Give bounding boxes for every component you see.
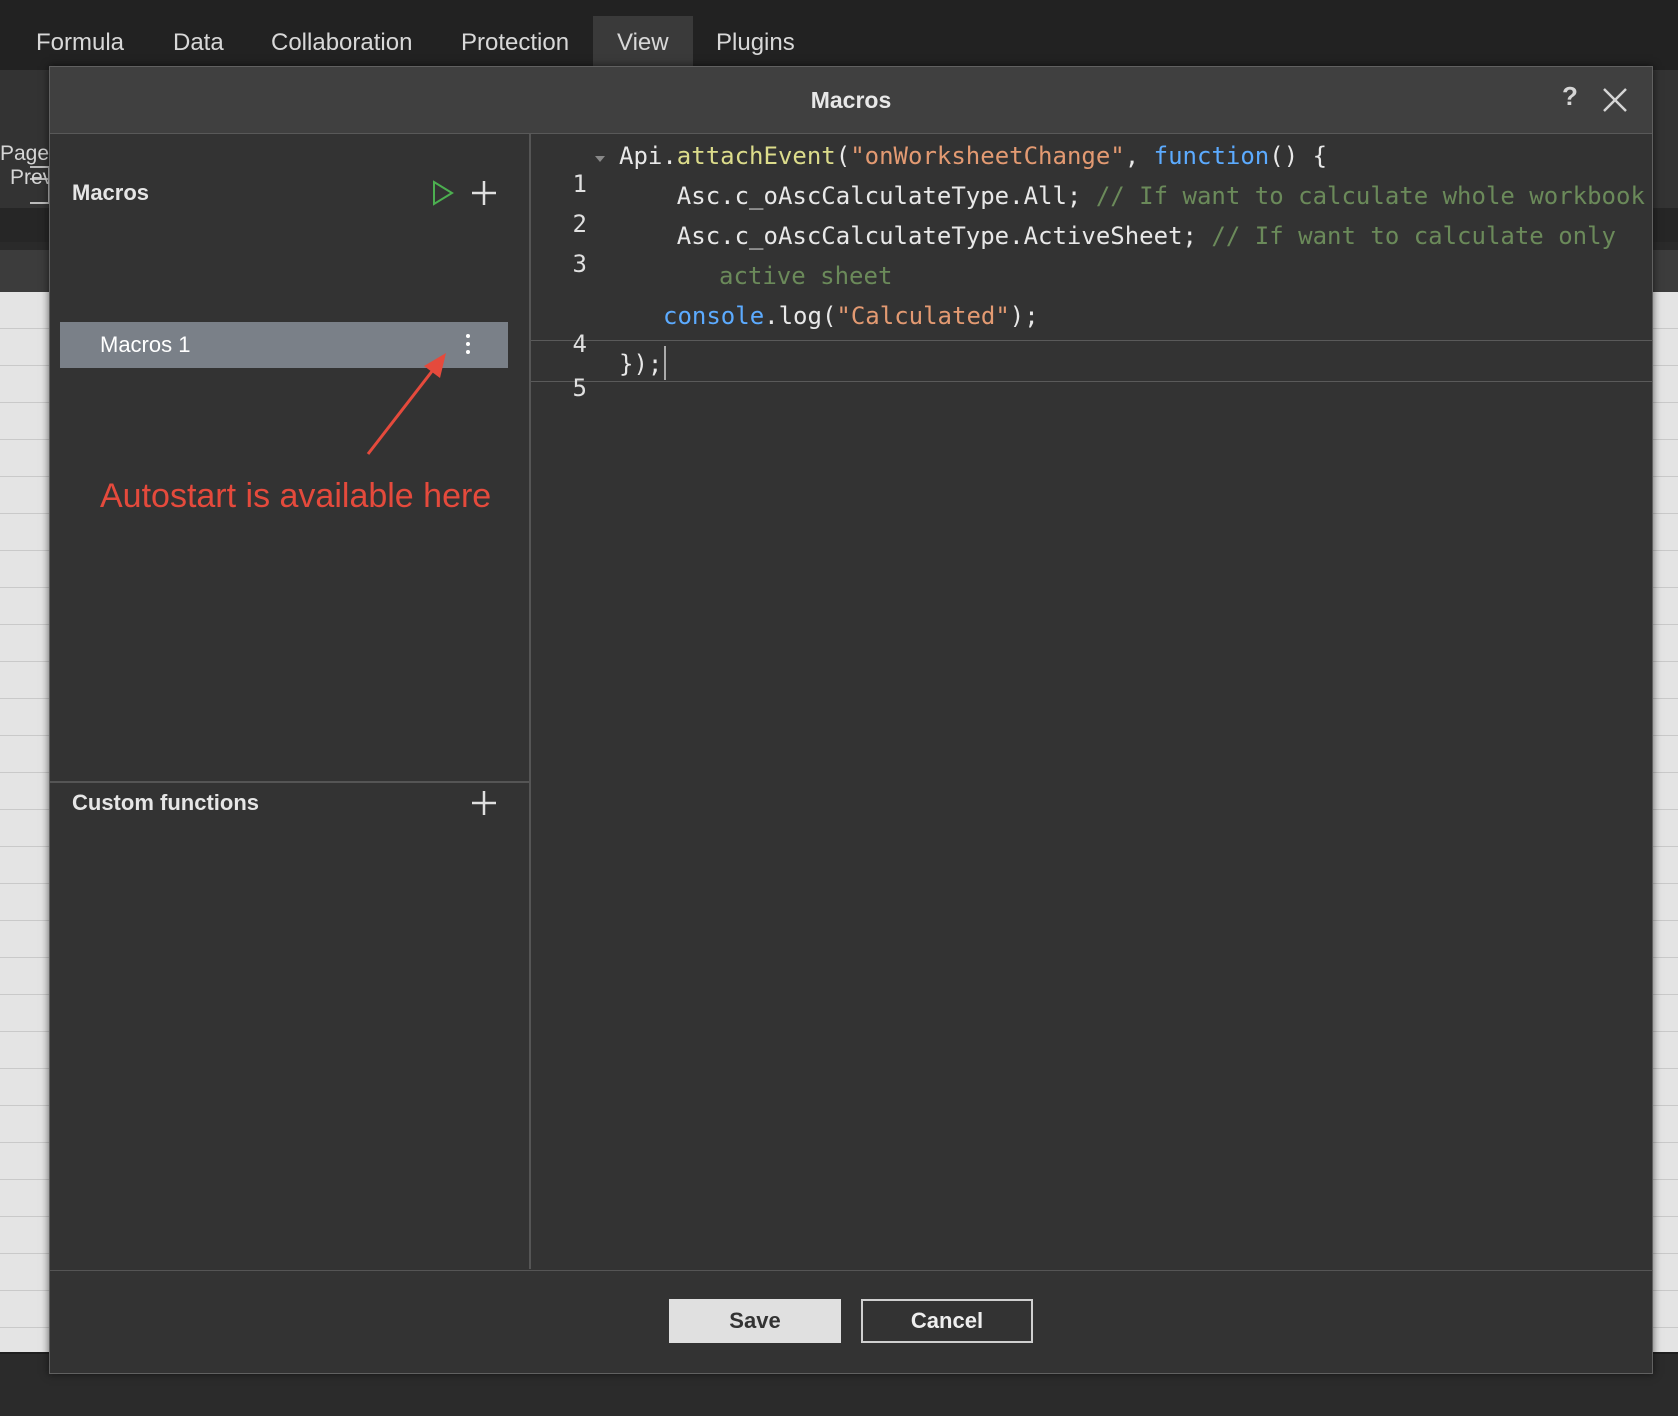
help-icon[interactable]: ? xyxy=(1562,81,1578,112)
code-line-1[interactable]: 1 Api.attachEvent("onWorksheetChange", f… xyxy=(531,142,1652,198)
annotation-arrow-icon xyxy=(366,353,446,455)
dialog-footer: Save Cancel xyxy=(50,1270,1652,1374)
code-line-5[interactable]: 5 }); xyxy=(531,346,1652,402)
dialog-title: Macros xyxy=(810,87,892,113)
add-custom-function-icon[interactable] xyxy=(469,788,499,818)
annotation-text: Autostart is available here xyxy=(100,477,492,515)
text-cursor xyxy=(664,346,667,380)
page-preview-label-line1[interactable]: Page xyxy=(0,142,49,166)
code-line-2[interactable]: 2 Asc.c_oAscCalculateType.All; // If wan… xyxy=(531,182,1652,238)
tab-formula[interactable]: Formula xyxy=(12,16,148,70)
custom-functions-section-title: Custom functions xyxy=(72,790,259,815)
code-line-3[interactable]: 3 Asc.c_oAscCalculateType.ActiveSheet; /… xyxy=(531,222,1652,278)
code-line-4[interactable]: 4 console.log("Calculated"); xyxy=(531,302,1652,358)
tab-collaboration[interactable]: Collaboration xyxy=(247,16,436,70)
section-divider xyxy=(50,781,529,783)
macros-dialog: Macros ? Macros Macros 1 Autostart is av… xyxy=(49,66,1653,1374)
tab-protection[interactable]: Protection xyxy=(437,16,593,70)
macros-sidebar: Macros Macros 1 Autostart is available h… xyxy=(50,134,531,1269)
tab-data[interactable]: Data xyxy=(149,16,248,70)
save-button[interactable]: Save xyxy=(669,1299,841,1343)
close-icon[interactable] xyxy=(1602,87,1628,113)
tab-plugins[interactable]: Plugins xyxy=(692,16,819,70)
tab-view[interactable]: View xyxy=(593,16,693,70)
code-line-3-wrap[interactable]: active sheet xyxy=(531,262,1652,298)
line-number: 5 xyxy=(572,374,587,402)
menu-bar: Formula Data Collaboration Protection Vi… xyxy=(0,0,1678,70)
dialog-header: Macros ? xyxy=(50,67,1652,134)
fold-toggle-icon[interactable] xyxy=(595,156,605,162)
code-editor[interactable]: 1 Api.attachEvent("onWorksheetChange", f… xyxy=(531,134,1652,1269)
cancel-button[interactable]: Cancel xyxy=(861,1299,1033,1343)
page-preview-label-line2[interactable]: Prev xyxy=(10,166,53,190)
